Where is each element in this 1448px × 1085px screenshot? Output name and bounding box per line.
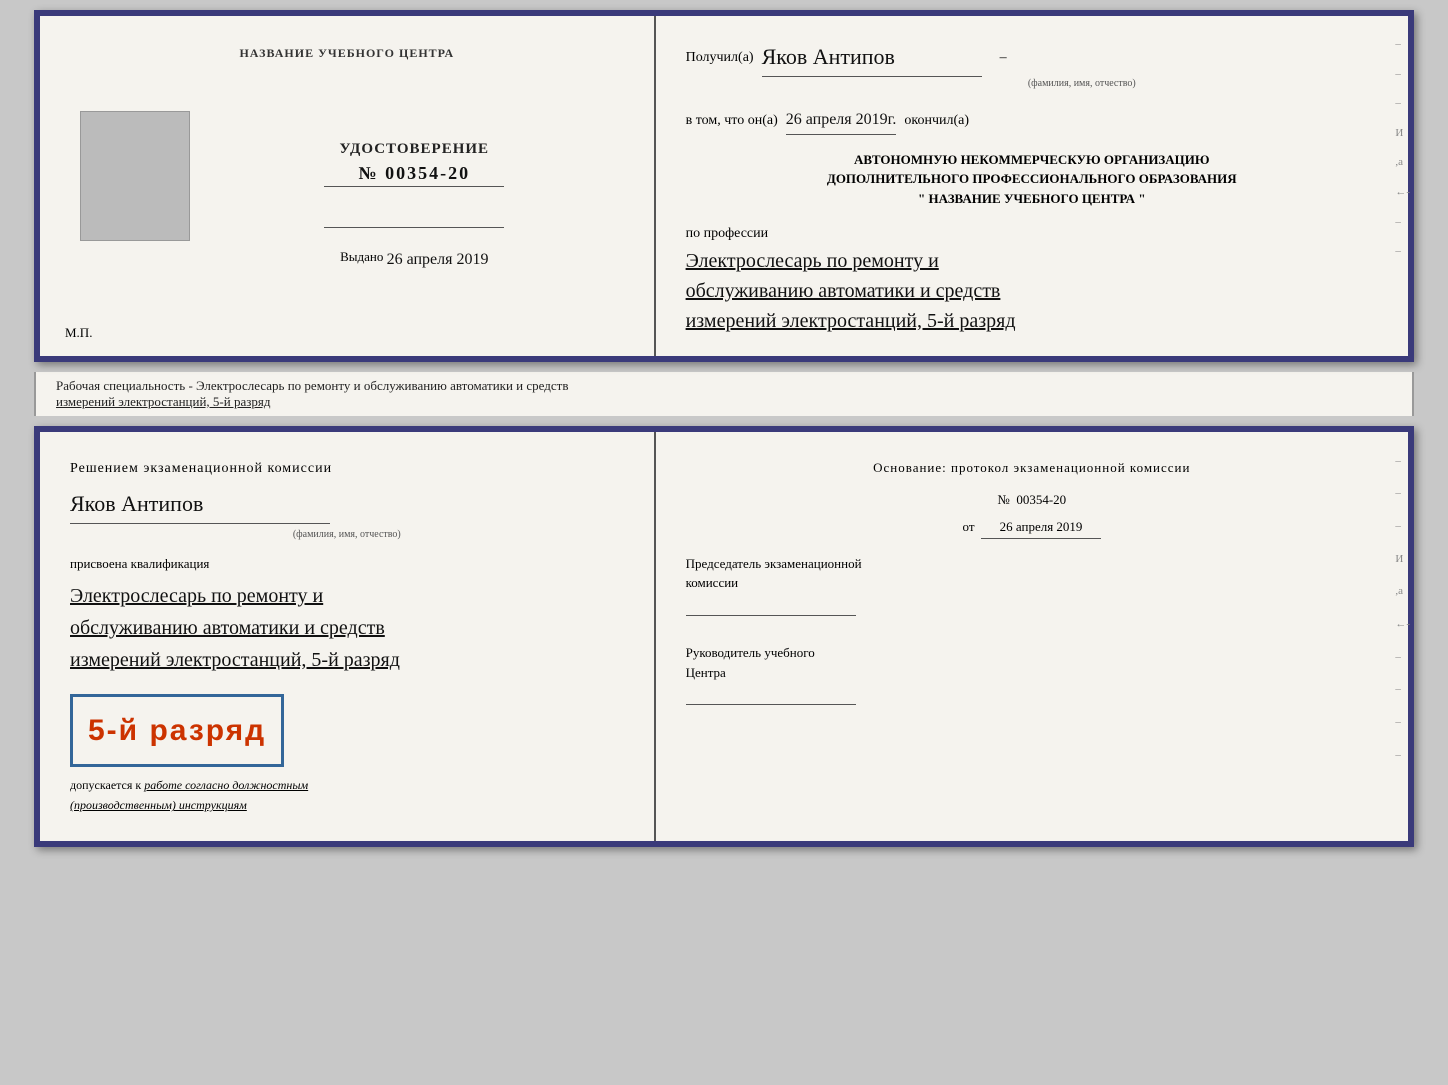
prisvoena-label: присвоена квалификация — [70, 553, 624, 575]
bottom-name-block: Яков Антипов (фамилия, имя, отчество) — [70, 485, 624, 542]
rukovoditel-block: Руководитель учебного Центра — [686, 643, 1378, 712]
instruktsii-line: (производственным) инструкциям — [70, 795, 624, 815]
osnovanie-block: Основание: протокол экзаменационной коми… — [686, 457, 1378, 539]
po-professii-label: по профессии — [686, 223, 1378, 245]
center-label-top: НАЗВАНИЕ УЧЕБНОГО ЦЕНТРА — [239, 46, 454, 61]
razryad-container: 5-й разряд — [70, 686, 624, 767]
label-strip-text2: измерений электростанций, 5-й разряд — [56, 394, 270, 409]
profession-line3: измерений электростанций, 5-й разряд — [686, 306, 1378, 336]
ot-label: от — [963, 519, 975, 534]
mp-label: М.П. — [65, 325, 92, 341]
org-quote-open: " — [918, 191, 925, 206]
fio-caption-top: (фамилия, имя, отчество) — [786, 76, 1378, 92]
recipient-name: Яков Антипов — [762, 39, 982, 77]
label-strip-text: Рабочая специальность - Электрослесарь п… — [56, 378, 568, 393]
rukovoditel-sig-line — [686, 687, 856, 705]
razryad-text: 5-й разряд — [88, 714, 266, 747]
certificate-bottom: Решением экзаменационной комиссии Яков А… — [34, 426, 1414, 847]
qual-line2: обслуживанию автоматики и средств — [70, 612, 624, 644]
vtom-date: 26 апреля 2019г. — [786, 107, 897, 135]
predsedatel-sig-line — [686, 598, 856, 616]
photo-placeholder — [80, 111, 190, 241]
cert-bottom-left: Решением экзаменационной комиссии Яков А… — [40, 432, 656, 841]
org-block: АВТОНОМНУЮ НЕКОММЕРЧЕСКУЮ ОРГАНИЗАЦИЮ ДО… — [686, 150, 1378, 209]
right-side-marks-top: – – – И ,а ←- – – — [1395, 36, 1410, 261]
qual-line1: Электрослесарь по ремонту и — [70, 580, 624, 612]
ot-block: от 26 апреля 2019 — [686, 516, 1378, 539]
razryad-box: 5-й разряд — [70, 694, 284, 767]
qual-block: Электрослесарь по ремонту и обслуживанию… — [70, 580, 624, 676]
bottom-recipient-name: Яков Антипов — [70, 485, 330, 523]
predsedatel-block: Председатель экзаменационной комиссии — [686, 554, 1378, 623]
protocol-number-block: № 00354-20 — [686, 489, 1378, 511]
number-label: № — [997, 492, 1009, 507]
osnovanie-text: Основание: протокол экзаменационной коми… — [686, 457, 1378, 479]
org-quote-close: " — [1138, 191, 1145, 206]
org-line1: АВТОНОМНУЮ НЕКОММЕРЧЕСКУЮ ОРГАНИЗАЦИЮ — [686, 150, 1378, 170]
vtom-label: в том, что он(а) — [686, 110, 778, 132]
cert-bottom-right: Основание: протокол экзаменационной коми… — [656, 432, 1408, 841]
instruktsii-text: (производственным) инструкциям — [70, 798, 247, 812]
label-strip: Рабочая специальность - Электрослесарь п… — [34, 372, 1414, 416]
poluchil-block: Получил(а) Яков Антипов – — [686, 36, 1378, 74]
dopuskaetsya-block: допускается к работе согласно должностны… — [70, 775, 624, 795]
resheniem-title: Решением экзаменационной комиссии — [70, 457, 624, 481]
udostoverenie-title: УДОСТОВЕРЕНИЕ — [340, 141, 490, 158]
profession-block: по профессии Электрослесарь по ремонту и… — [686, 223, 1378, 335]
profession-line1: Электрослесарь по ремонту и — [686, 246, 1378, 276]
vydano-line: Выдано 26 апреля 2019 — [340, 248, 488, 266]
org-line2: ДОПОЛНИТЕЛЬНОГО ПРОФЕССИОНАЛЬНОГО ОБРАЗО… — [686, 169, 1378, 189]
vydano-label: Выдано — [340, 249, 383, 264]
fio-caption-bottom: (фамилия, имя, отчество) — [70, 526, 624, 543]
number-value: 00354-20 — [1016, 492, 1066, 507]
dopuskaetsya-label: допускается к — [70, 778, 141, 792]
okonchil-label: окончил(а) — [904, 110, 969, 132]
ot-date: 26 апреля 2019 — [981, 516, 1101, 539]
org-name: НАЗВАНИЕ УЧЕБНОГО ЦЕНТРА — [929, 191, 1136, 206]
vtom-block: в том, что он(а) 26 апреля 2019г. окончи… — [686, 107, 1378, 135]
certificate-top: НАЗВАНИЕ УЧЕБНОГО ЦЕНТРА УДОСТОВЕРЕНИЕ №… — [34, 10, 1414, 362]
cert-top-left: НАЗВАНИЕ УЧЕБНОГО ЦЕНТРА УДОСТОВЕРЕНИЕ №… — [40, 16, 656, 356]
profession-line2: обслуживанию автоматики и средств — [686, 276, 1378, 306]
vydano-date: 26 апреля 2019 — [387, 251, 489, 268]
rukovoditel-title: Руководитель учебного Центра — [686, 643, 1378, 682]
udostoverenie-number: № 00354-20 — [324, 163, 504, 187]
right-side-marks-bottom: – – – И ,а ←- – – – – — [1395, 452, 1410, 765]
cert-top-right: Получил(а) Яков Антипов – (фамилия, имя,… — [656, 16, 1408, 356]
predsedatel-title: Председатель экзаменационной комиссии — [686, 554, 1378, 593]
qual-line3: измерений электростанций, 5-й разряд — [70, 644, 624, 676]
poluchil-label: Получил(а) — [686, 47, 754, 69]
org-name-line: " НАЗВАНИЕ УЧЕБНОГО ЦЕНТРА " — [686, 189, 1378, 209]
rabote-text: работе согласно должностным — [144, 778, 308, 792]
